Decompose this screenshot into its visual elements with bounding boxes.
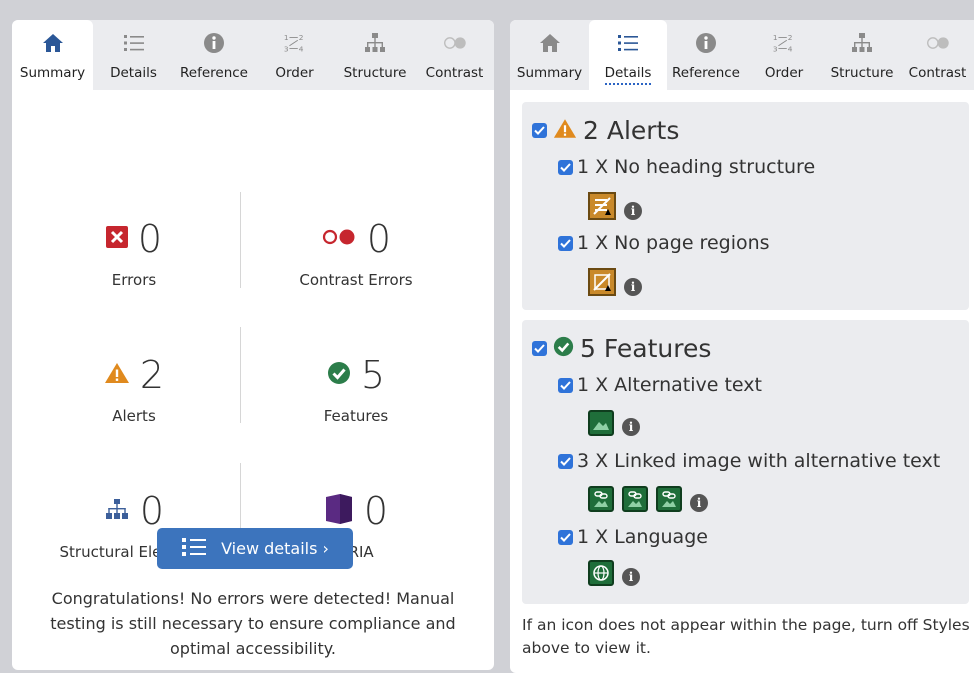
tab-details[interactable]: Details: [93, 20, 174, 90]
alerts-label: Alerts: [112, 407, 156, 425]
info-icon: [202, 32, 226, 54]
svg-text:2: 2: [298, 33, 303, 42]
view-details-label: View details ›: [221, 539, 329, 558]
svg-text:3: 3: [773, 44, 778, 53]
aria-count: 0: [363, 489, 389, 533]
alerts-heading: 2 Alerts: [532, 116, 679, 145]
tab-order[interactable]: 1234 Order: [745, 20, 823, 90]
feature-item-checkbox[interactable]: [558, 453, 573, 469]
alerts-summary[interactable]: 2 Alerts: [24, 353, 244, 425]
features-group: 5 Features 1 X Alternative text i 3 X Li…: [522, 320, 969, 604]
feature-item-icons: i: [588, 560, 640, 586]
contrast-error-icon: [321, 228, 357, 250]
info-icon[interactable]: i: [622, 568, 640, 586]
language-icon[interactable]: [588, 560, 614, 586]
structure-icon: [850, 32, 874, 54]
contrast-icon: [443, 32, 467, 54]
alerts-checkbox[interactable]: [532, 123, 547, 138]
info-icon: [694, 32, 718, 54]
alert-icon: [553, 116, 577, 145]
home-icon: [538, 32, 562, 54]
tab-details[interactable]: Details: [589, 20, 667, 90]
home-icon: [41, 32, 65, 54]
no-heading-icon[interactable]: [588, 192, 616, 220]
tab-summary[interactable]: Summary: [12, 20, 93, 90]
error-icon: [105, 226, 128, 252]
footnote: If an icon does not appear within the pa…: [522, 616, 970, 657]
alert-item: 1 X No heading structure: [558, 156, 815, 178]
svg-text:1: 1: [283, 33, 288, 42]
features-count: 5: [360, 353, 386, 397]
svg-text:1: 1: [773, 33, 778, 42]
aria-icon: [324, 493, 354, 529]
feature-item-icons: i: [588, 486, 708, 512]
tab-reference[interactable]: Reference: [174, 20, 254, 90]
svg-text:3: 3: [283, 44, 288, 53]
contrast-icon: [926, 32, 950, 54]
alt-text-icon[interactable]: [588, 410, 614, 436]
list-icon: [181, 537, 207, 561]
details-panel: Summary Details Reference 1234 Order Str…: [510, 20, 974, 673]
feature-check-icon: [327, 361, 351, 389]
alerts-count: 2: [139, 353, 165, 397]
tab-contrast[interactable]: Contrast: [901, 20, 974, 90]
feature-item-checkbox[interactable]: [558, 529, 573, 545]
order-icon: 1 2 3 4: [283, 32, 307, 54]
alert-item-icons: i: [588, 268, 642, 296]
alert-item-checkbox[interactable]: [558, 235, 573, 251]
tab-order[interactable]: 1234 Order: [254, 20, 335, 90]
info-icon[interactable]: i: [624, 278, 642, 296]
tab-summary[interactable]: Summary: [510, 20, 589, 90]
info-icon[interactable]: i: [690, 494, 708, 512]
contrast-errors-summary[interactable]: 0 Contrast Errors: [246, 217, 466, 289]
alert-item-icons: i: [588, 192, 642, 220]
tab-structure[interactable]: Structure: [823, 20, 901, 90]
features-heading: 5 Features: [532, 334, 711, 363]
list-icon: [122, 32, 146, 54]
order-icon: 1 2 3 4: [772, 32, 796, 54]
feature-item-checkbox[interactable]: [558, 377, 573, 393]
errors-label: Errors: [111, 271, 157, 289]
congratulations-message: Congratulations! No errors were detected…: [50, 589, 456, 658]
feature-check-icon: [553, 334, 574, 363]
feature-item-icons: i: [588, 410, 640, 436]
tab-bar: Summary Details Reference 1234 Order Str…: [12, 20, 494, 90]
tab-contrast[interactable]: Contrast: [415, 20, 494, 90]
tab-reference[interactable]: Reference: [667, 20, 745, 90]
info-icon[interactable]: i: [624, 202, 642, 220]
summary-panel: Summary Details Reference 1234 Order Str…: [12, 20, 494, 670]
alert-icon: [104, 362, 130, 388]
errors-summary[interactable]: 0 Errors: [24, 217, 244, 289]
linked-image-icon[interactable]: [588, 486, 614, 512]
structure-icon: [104, 498, 130, 524]
linked-image-icon[interactable]: [656, 486, 682, 512]
feature-item: 1 X Language: [558, 526, 708, 548]
features-summary[interactable]: 5 Features: [246, 353, 466, 425]
alert-item-checkbox[interactable]: [558, 159, 573, 175]
info-icon[interactable]: i: [622, 418, 640, 436]
errors-count: 0: [137, 217, 163, 261]
contrast-errors-label: Contrast Errors: [299, 271, 413, 289]
list-icon: [616, 32, 640, 54]
tab-structure[interactable]: Structure: [335, 20, 415, 90]
structural-count: 0: [139, 489, 165, 533]
features-checkbox[interactable]: [532, 341, 547, 356]
feature-item: 1 X Alternative text: [558, 374, 762, 396]
contrast-errors-count: 0: [366, 217, 392, 261]
alerts-group: 2 Alerts 1 X No heading structure i 1 X …: [522, 102, 969, 310]
svg-text:4: 4: [788, 44, 793, 53]
alert-item: 1 X No page regions: [558, 232, 770, 254]
tab-bar: Summary Details Reference 1234 Order Str…: [510, 20, 974, 90]
svg-text:2: 2: [788, 33, 793, 42]
feature-item: 3 X Linked image with alternative text: [558, 450, 940, 472]
linked-image-icon[interactable]: [622, 486, 648, 512]
structure-icon: [363, 32, 387, 54]
features-label: Features: [323, 407, 389, 425]
view-details-button[interactable]: View details ›: [157, 528, 353, 569]
svg-text:4: 4: [298, 44, 303, 53]
no-regions-icon[interactable]: [588, 268, 616, 296]
